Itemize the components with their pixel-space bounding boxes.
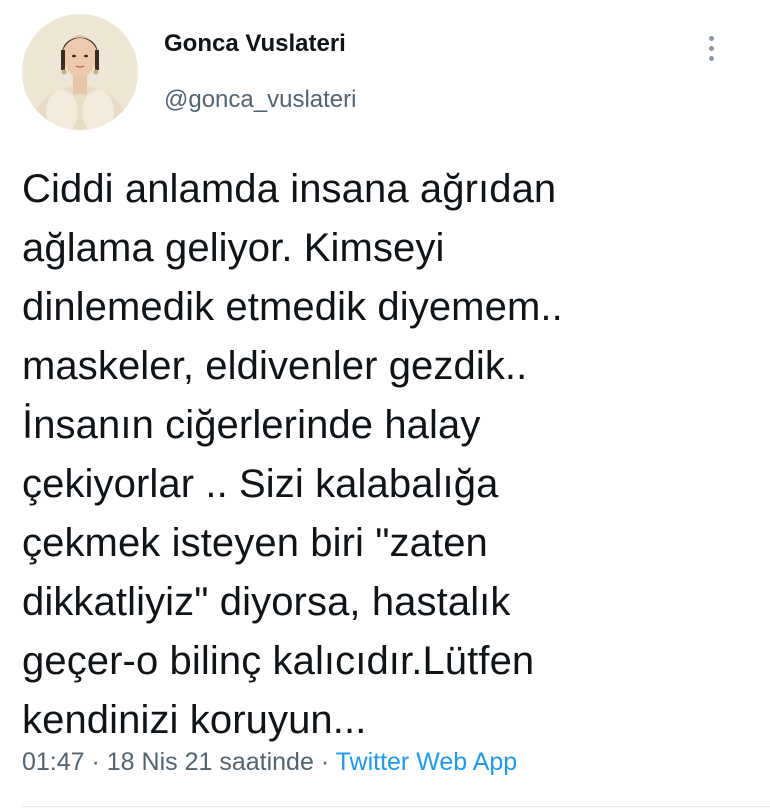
tweet-time[interactable]: 01:47 [22,748,85,776]
tweet-meta: 01:47 · 18 Nis 21 saatinde · Twitter Web… [22,748,517,777]
tweet-date[interactable]: 18 Nis 21 saatinde [107,748,314,776]
tweet-source-link[interactable]: Twitter Web App [336,748,518,776]
tweet-text: Ciddi anlamda insana ağrıdan ağlama geli… [22,167,563,742]
display-name[interactable]: Gonca Vuslateri [164,30,346,58]
meta-separator: · [84,748,107,776]
tweet-card: Gonca Vuslateri @gonca_vuslateri Ciddi a… [0,0,770,811]
avatar[interactable] [22,14,138,130]
avatar-image [22,14,138,130]
more-options-button[interactable] [700,30,724,66]
divider [22,806,770,807]
user-handle[interactable]: @gonca_vuslateri [164,86,356,114]
meta-separator: · [313,748,336,776]
